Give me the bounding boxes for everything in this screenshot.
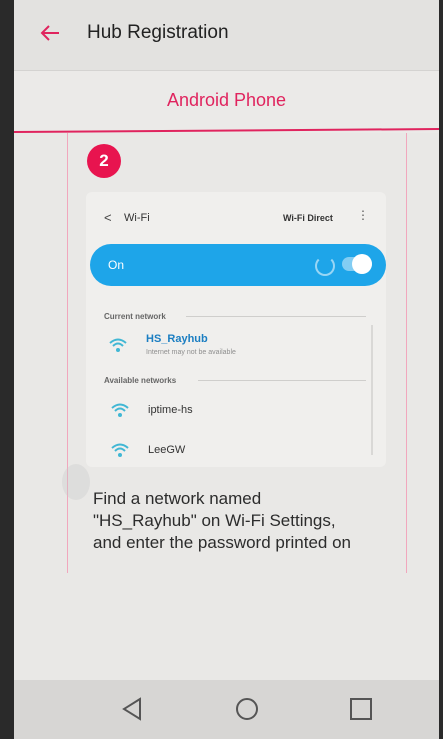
instruction-line: Find a network named <box>93 489 262 508</box>
wifi-glyph <box>111 403 129 417</box>
back-arrow-glyph <box>40 25 59 41</box>
app-screen: Hub Registration Android Phone 2 < Wi-Fi… <box>14 0 439 739</box>
wifi-signal-icon <box>110 402 132 418</box>
wifi-toggle-bar: On <box>90 244 386 286</box>
recent-square-icon[interactable] <box>348 696 374 727</box>
wifi-glyph <box>111 443 129 457</box>
toggle-knob <box>352 254 372 274</box>
home-circle-glyph <box>236 698 258 720</box>
instruction-line: and enter the password printed on <box>93 533 352 552</box>
home-circle-icon[interactable] <box>234 696 260 727</box>
system-nav-bar <box>14 680 439 739</box>
available-network-name: iptime-hs <box>148 404 193 416</box>
back-triangle-icon[interactable] <box>120 696 144 727</box>
wifi-list-scrollbar <box>371 325 373 455</box>
wifi-toggle-label: On <box>108 258 125 272</box>
wifi-glyph <box>109 338 127 352</box>
wifi-settings-illustration: < Wi-Fi Wi-Fi Direct ⋮ On Current networ… <box>86 192 386 467</box>
section-divider <box>198 380 366 381</box>
section-divider <box>186 316 366 317</box>
recent-square-glyph <box>350 698 372 720</box>
loading-spinner-icon <box>315 256 335 276</box>
instruction-line: "HS_Rayhub" on Wi-Fi Settings, <box>93 511 336 530</box>
app-bar: Hub Registration <box>14 0 439 71</box>
available-networks-section-label: Available networks <box>104 376 177 385</box>
instruction-text: Find a network named "HS_Rayhub" on Wi-F… <box>93 488 413 554</box>
back-triangle-glyph <box>122 697 141 721</box>
wifi-title: Wi-Fi <box>124 212 150 224</box>
wifi-direct-label: Wi-Fi Direct <box>283 213 333 223</box>
left-guide-line <box>67 133 68 573</box>
page-title: Hub Registration <box>87 22 229 43</box>
back-arrow-icon[interactable] <box>36 22 64 50</box>
more-options-icon: ⋮ <box>357 208 369 222</box>
wifi-signal-icon <box>108 337 130 353</box>
wifi-back-chevron-icon: < <box>104 210 112 225</box>
wifi-signal-icon <box>110 442 132 458</box>
available-network-name: LeeGW <box>148 444 186 456</box>
platform-header: Android Phone <box>14 71 439 133</box>
screen-smudge <box>62 464 90 500</box>
current-network-status: Internet may not be available <box>146 349 236 356</box>
current-network-name: HS_Rayhub <box>146 333 208 345</box>
current-network-section-label: Current network <box>104 312 166 321</box>
step-badge: 2 <box>87 144 121 178</box>
platform-title: Android Phone <box>166 90 287 110</box>
